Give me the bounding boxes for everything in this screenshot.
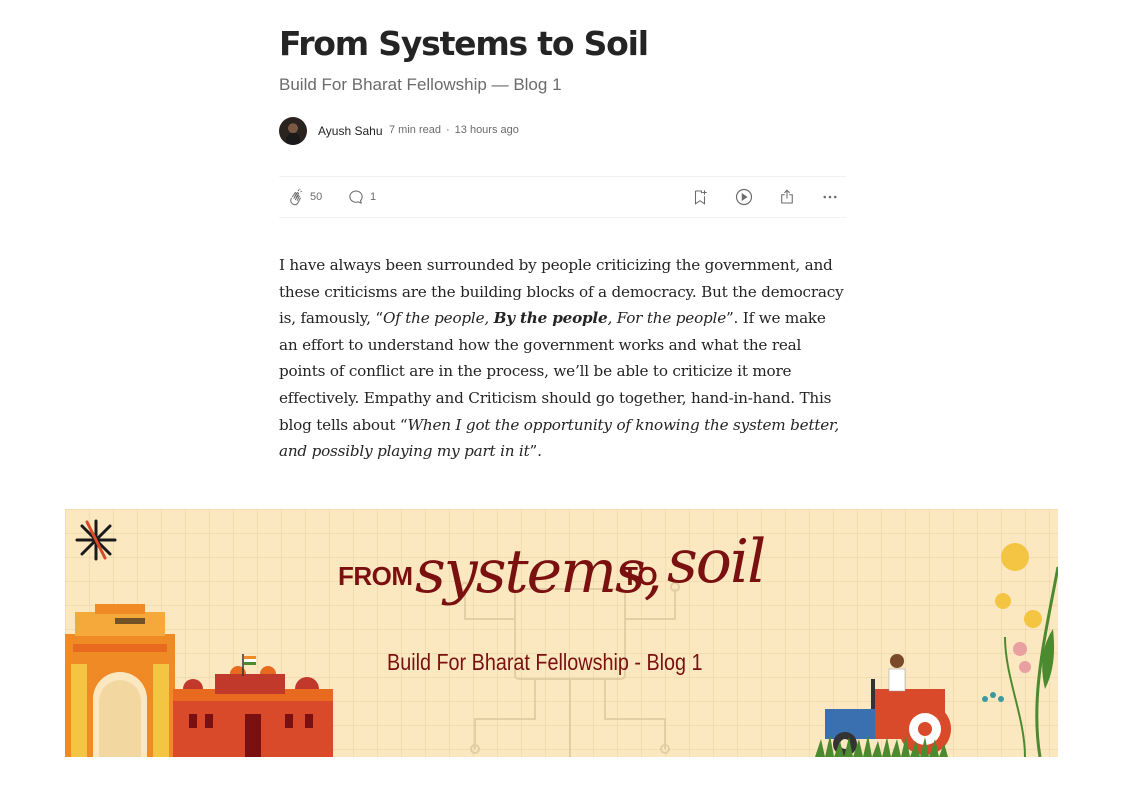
author-avatar[interactable]	[279, 117, 307, 145]
more-button[interactable]	[821, 187, 839, 207]
listen-icon	[735, 188, 753, 206]
listen-button[interactable]	[734, 187, 754, 207]
banner-to-text: TO	[622, 561, 658, 591]
byline: Ayush Sahu 7 min read · 13 hours ago	[279, 117, 846, 145]
action-bar: 50 1	[279, 176, 846, 218]
body-paragraph: I have always been surrounded by people …	[279, 252, 846, 465]
article-body: I have always been surrounded by people …	[279, 252, 846, 465]
article-title: From Systems to Soil	[279, 24, 649, 63]
body-text: ”.	[529, 442, 542, 461]
asterisk-logo-icon	[75, 519, 117, 561]
clap-button[interactable]: 50	[287, 187, 322, 207]
share-icon	[781, 189, 793, 204]
read-time: 7 min read	[389, 124, 441, 136]
banner-from-text: FROM	[338, 561, 413, 591]
response-count: 1	[370, 191, 377, 203]
monuments-illustration	[65, 604, 333, 757]
banner-image: FROM systems, TO soil Build For Bharat F…	[65, 509, 1058, 757]
author-name[interactable]: Ayush Sahu	[318, 124, 383, 138]
published-time: 13 hours ago	[454, 124, 519, 136]
quote-italic: , For the people	[607, 309, 726, 328]
meta-separator: ·	[445, 124, 450, 136]
clap-count: 50	[310, 191, 323, 203]
share-button[interactable]	[778, 187, 796, 207]
banner-soil-text: soil	[667, 527, 766, 597]
clap-icon	[290, 188, 303, 206]
quote-italic: Of the people,	[382, 309, 494, 328]
tractor-flowers-illustration	[815, 543, 1058, 757]
bookmark-icon	[694, 190, 707, 205]
banner-subtitle: Build For Bharat Fellowship - Blog 1	[387, 649, 703, 675]
more-icon	[823, 195, 837, 199]
comment-button[interactable]: 1	[347, 187, 376, 207]
article-meta: 7 min read · 13 hours ago	[389, 124, 519, 136]
quote-bold-italic: By the people	[493, 309, 608, 328]
comment-icon	[349, 190, 363, 204]
article-subtitle: Build For Bharat Fellowship — Blog 1	[279, 75, 562, 94]
bookmark-button[interactable]	[691, 187, 709, 207]
